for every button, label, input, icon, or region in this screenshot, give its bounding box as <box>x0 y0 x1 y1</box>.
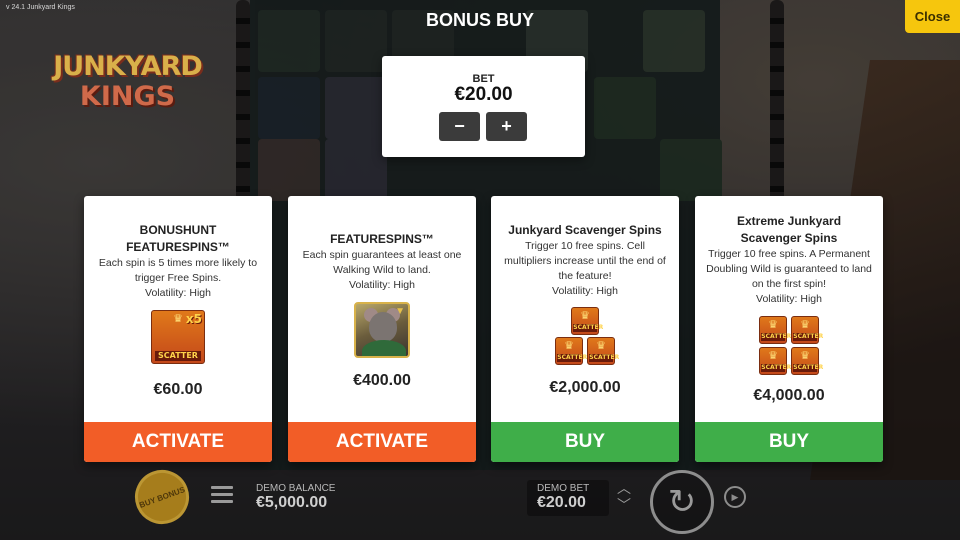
card-title: Extreme Junkyard Scavenger Spins <box>736 214 842 245</box>
demo-bet-value: €20.00 <box>537 494 586 511</box>
bet-increase-button[interactable]: + <box>486 112 527 141</box>
bonus-card-scavenger: Junkyard Scavenger Spins Trigger 10 free… <box>491 196 679 462</box>
bet-panel: BET €20.00 − + <box>382 56 585 157</box>
demo-bet-label: DEMO BET <box>537 483 590 494</box>
autoplay-button[interactable]: ▶ <box>724 486 746 508</box>
chevron-down-icon[interactable]: ﹀ <box>614 497 634 514</box>
demo-balance-value: €5,000.00 <box>256 494 328 511</box>
bet-value: €20.00 <box>454 84 513 105</box>
refresh-icon: ↻ <box>667 483 697 521</box>
activate-button-featurespins[interactable]: ACTIVATE <box>288 422 476 462</box>
card-description: Trigger 10 free spins. Cell multipliers … <box>504 240 666 282</box>
card-price: €4,000.00 <box>753 387 825 404</box>
card-title: FEATURESPINS™ <box>330 232 434 246</box>
bonus-card-bonushunt: BONUSHUNT FEATURESPINS™ Each spin is 5 t… <box>84 196 272 462</box>
card-price: €60.00 <box>153 381 203 398</box>
demo-bet[interactable]: DEMO BET €20.00 <box>527 480 609 516</box>
card-description: Each spin is 5 times more likely to trig… <box>98 257 258 284</box>
walking-wild-rat-icon: ▼ <box>354 302 410 358</box>
chevron-up-icon[interactable]: ︿ <box>614 480 634 497</box>
demo-balance: DEMO BALANCE €5,000.00 <box>256 483 335 512</box>
card-volatility: Volatility: High <box>552 285 618 297</box>
card-price: €400.00 <box>353 372 411 389</box>
game-logo: JUNKYARD KINGS <box>40 52 215 112</box>
bonus-card-featurespins: FEATURESPINS™ Each spin guarantees at le… <box>288 196 476 462</box>
card-price: €2,000.00 <box>549 379 621 396</box>
play-icon: ▶ <box>731 491 739 502</box>
card-title: Junkyard Scavenger Spins <box>508 223 662 237</box>
bonus-card-extreme-scavenger: Extreme Junkyard Scavenger Spins Trigger… <box>695 196 883 462</box>
card-description: Each spin guarantees at least one Walkin… <box>302 249 462 276</box>
card-volatility: Volatility: High <box>145 287 211 299</box>
bet-decrease-button[interactable]: − <box>439 112 480 141</box>
logo-line2: KINGS <box>79 81 176 112</box>
card-volatility: Volatility: High <box>349 279 415 291</box>
logo-line1: JUNKYARD <box>53 51 203 82</box>
activate-button-bonushunt[interactable]: ACTIVATE <box>84 422 272 462</box>
card-volatility: Volatility: High <box>756 293 822 305</box>
spin-button[interactable]: ↻ <box>650 470 714 534</box>
bet-arrows[interactable]: ︿ ﹀ <box>614 480 634 514</box>
scatter-x5-icon: ♛ x5 SCATTER <box>151 310 205 364</box>
card-description: Trigger 10 free spins. A Permanent Doubl… <box>706 248 872 290</box>
close-button[interactable]: Close <box>905 0 960 33</box>
buy-button-extreme-scavenger[interactable]: BUY <box>695 422 883 462</box>
bonus-buy-title: BONUS BUY <box>425 10 534 30</box>
demo-balance-label: DEMO BALANCE <box>256 483 336 494</box>
menu-icon[interactable] <box>211 486 233 504</box>
buy-button-scavenger[interactable]: BUY <box>491 422 679 462</box>
card-title: BONUSHUNT FEATURESPINS™ <box>126 223 230 254</box>
